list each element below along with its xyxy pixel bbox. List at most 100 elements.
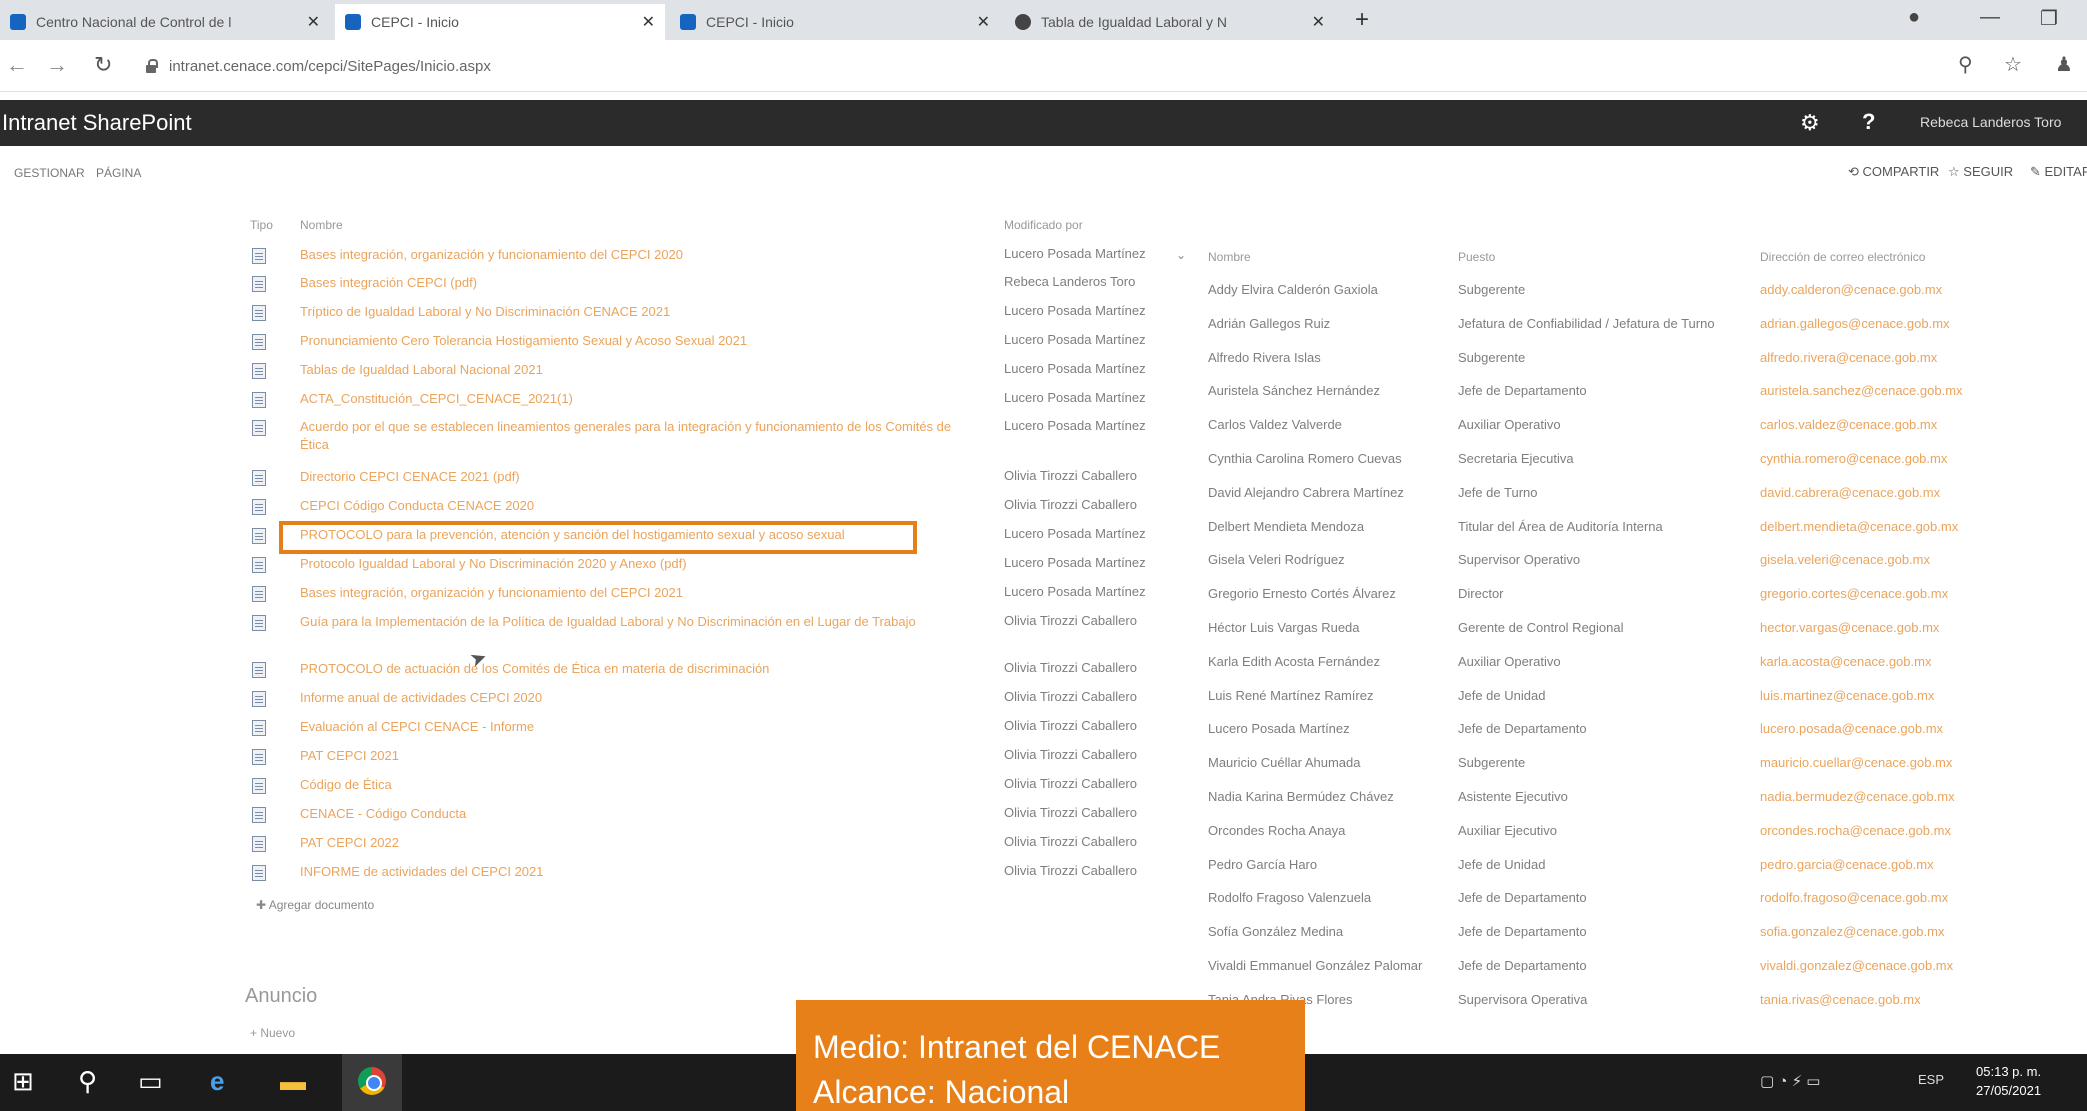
- system-tray-icons[interactable]: ▢ ◔ ⚡ ▭: [1760, 1072, 1820, 1090]
- sort-caret-icon[interactable]: ⌄: [1176, 248, 1186, 262]
- reload-icon[interactable]: ↻: [94, 52, 112, 78]
- staff-email-link[interactable]: alfredo.rivera@cenace.gob.mx: [1760, 350, 1937, 365]
- staff-email-link[interactable]: david.cabrera@cenace.gob.mx: [1760, 485, 1940, 500]
- staff-role: Jefe de Departamento: [1458, 924, 1587, 940]
- staff-email-link[interactable]: nadia.bermudez@cenace.gob.mx: [1760, 789, 1955, 804]
- staff-email-link[interactable]: delbert.mendieta@cenace.gob.mx: [1760, 519, 1958, 534]
- document-link[interactable]: ACTA_Constitución_CEPCI_CENACE_2021(1): [300, 390, 960, 408]
- staff-email-link[interactable]: sofia.gonzalez@cenace.gob.mx: [1760, 924, 1944, 939]
- close-icon[interactable]: ✕: [1312, 12, 1325, 32]
- language-indicator[interactable]: ESP: [1918, 1072, 1944, 1087]
- document-modified-by: Lucero Posada Martínez: [1004, 390, 1146, 405]
- document-link[interactable]: Directorio CEPCI CENACE 2021 (pdf): [300, 468, 960, 486]
- staff-name: David Alejandro Cabrera Martínez: [1208, 484, 1404, 500]
- edit-button[interactable]: ✎ EDITAR: [2030, 164, 2087, 180]
- close-icon[interactable]: ✕: [307, 12, 320, 32]
- gear-icon[interactable]: ⚙: [1800, 110, 1820, 136]
- announcements-new-link[interactable]: + Nuevo: [250, 1026, 295, 1040]
- staff-email-link[interactable]: lucero.posada@cenace.gob.mx: [1760, 721, 1943, 736]
- staff-email-link[interactable]: hector.vargas@cenace.gob.mx: [1760, 620, 1939, 635]
- document-link[interactable]: Bases integración, organización y funcio…: [300, 246, 960, 264]
- column-header-modified[interactable]: Modificado por: [1004, 218, 1083, 232]
- staff-email-link[interactable]: adrian.gallegos@cenace.gob.mx: [1760, 316, 1950, 331]
- document-link[interactable]: Acuerdo por el que se establecen lineami…: [300, 418, 960, 454]
- column-header-role[interactable]: Puesto: [1458, 250, 1495, 264]
- staff-email-link[interactable]: addy.calderon@cenace.gob.mx: [1760, 282, 1942, 297]
- column-header-staff-name[interactable]: Nombre: [1208, 250, 1251, 264]
- follow-button[interactable]: ☆ SEGUIR: [1948, 164, 2013, 180]
- windows-start-icon[interactable]: ⊞: [12, 1066, 34, 1097]
- document-icon: [252, 499, 266, 515]
- tab-pagina[interactable]: PÁGINA: [96, 166, 141, 180]
- back-arrow-icon[interactable]: ←: [6, 52, 28, 78]
- new-tab-button[interactable]: +: [1355, 6, 1369, 34]
- staff-role: Auxiliar Operativo: [1458, 653, 1561, 669]
- document-link[interactable]: PAT CEPCI 2022: [300, 834, 960, 852]
- close-icon[interactable]: ✕: [977, 12, 990, 32]
- site-brand[interactable]: Intranet SharePoint: [2, 110, 192, 136]
- staff-email-link[interactable]: mauricio.cuellar@cenace.gob.mx: [1760, 755, 1952, 770]
- browser-tab-tabla-igualdad[interactable]: Tabla de Igualdad Laboral y N ✕: [1005, 4, 1335, 40]
- star-icon[interactable]: ☆: [2004, 52, 2022, 77]
- document-link[interactable]: Guía para la Implementación de la Políti…: [300, 613, 960, 631]
- zoom-icon[interactable]: ⚲: [1958, 52, 1973, 77]
- column-header-email[interactable]: Dirección de correo electrónico: [1760, 250, 1925, 264]
- browser-tab-cenace[interactable]: Centro Nacional de Control de l ✕: [0, 4, 330, 40]
- staff-email-link[interactable]: gisela.veleri@cenace.gob.mx: [1760, 552, 1930, 567]
- edge-icon[interactable]: e: [210, 1066, 224, 1097]
- document-link[interactable]: Código de Ética: [300, 776, 960, 794]
- document-link[interactable]: Bases integración CEPCI (pdf): [300, 274, 960, 292]
- staff-email-link[interactable]: orcondes.rocha@cenace.gob.mx: [1760, 823, 1951, 838]
- tab-gestionar[interactable]: GESTIONAR: [14, 166, 85, 180]
- document-link[interactable]: Tablas de Igualdad Laboral Nacional 2021: [300, 361, 960, 379]
- staff-email-link[interactable]: rodolfo.fragoso@cenace.gob.mx: [1760, 890, 1948, 905]
- document-link[interactable]: Evaluación al CEPCI CENACE - Informe: [300, 718, 960, 736]
- chrome-taskbar-button[interactable]: [342, 1054, 402, 1111]
- add-document-link[interactable]: ✚ Agregar documento: [256, 898, 374, 912]
- close-icon[interactable]: ✕: [642, 12, 655, 32]
- profile-icon[interactable]: ●: [1908, 6, 1920, 29]
- clock[interactable]: 05:13 p. m. 27/05/2021: [1976, 1062, 2041, 1100]
- staff-email-link[interactable]: vivaldi.gonzalez@cenace.gob.mx: [1760, 958, 1953, 973]
- account-icon[interactable]: ♟: [2055, 52, 2073, 77]
- document-link[interactable]: CENACE - Código Conducta: [300, 805, 960, 823]
- staff-email-link[interactable]: gregorio.cortes@cenace.gob.mx: [1760, 586, 1948, 601]
- document-icon: [252, 557, 266, 573]
- staff-name: Rodolfo Fragoso Valenzuela: [1208, 890, 1372, 906]
- forward-arrow-icon[interactable]: →: [46, 52, 68, 78]
- help-icon[interactable]: ?: [1862, 109, 1875, 135]
- browser-tab-cepci[interactable]: CEPCI - Inicio ✕: [670, 4, 1000, 40]
- user-name[interactable]: Rebeca Landeros Toro: [1920, 114, 2061, 130]
- staff-email-link[interactable]: pedro.garcia@cenace.gob.mx: [1760, 857, 1934, 872]
- share-button[interactable]: ⟲ COMPARTIR: [1848, 164, 1939, 180]
- staff-name: Orcondes Rocha Anaya: [1208, 822, 1346, 838]
- document-link[interactable]: PAT CEPCI 2021: [300, 747, 960, 765]
- column-header-name[interactable]: Nombre: [300, 218, 343, 232]
- document-link[interactable]: Protocolo Igualdad Laboral y No Discrimi…: [300, 555, 960, 573]
- staff-email-link[interactable]: karla.acosta@cenace.gob.mx: [1760, 654, 1931, 669]
- staff-role: Auxiliar Ejecutivo: [1458, 822, 1557, 838]
- task-view-icon[interactable]: ▭: [138, 1066, 163, 1097]
- document-modified-by: Lucero Posada Martínez: [1004, 361, 1146, 376]
- document-link[interactable]: Tríptico de Igualdad Laboral y No Discri…: [300, 303, 960, 321]
- search-icon[interactable]: ⚲: [78, 1066, 97, 1097]
- staff-email-link[interactable]: tania.rivas@cenace.gob.mx: [1760, 992, 1921, 1007]
- url-field[interactable]: intranet.cenace.com/cepci/SitePages/Inic…: [145, 48, 1925, 84]
- document-link[interactable]: Bases integración, organización y funcio…: [300, 584, 960, 602]
- staff-email-link[interactable]: cynthia.romero@cenace.gob.mx: [1760, 451, 1947, 466]
- minimize-icon[interactable]: —: [1980, 6, 2000, 29]
- browser-tab-cepci-active[interactable]: CEPCI - Inicio ✕: [335, 4, 665, 40]
- chrome-icon: [358, 1067, 386, 1095]
- staff-email-link[interactable]: auristela.sanchez@cenace.gob.mx: [1760, 383, 1963, 398]
- staff-email-link[interactable]: luis.martinez@cenace.gob.mx: [1760, 688, 1934, 703]
- restore-icon[interactable]: ❐: [2040, 6, 2058, 31]
- document-link[interactable]: Pronunciamiento Cero Tolerancia Hostigam…: [300, 332, 960, 350]
- document-link[interactable]: Informe anual de actividades CEPCI 2020: [300, 689, 960, 707]
- file-explorer-icon[interactable]: ▬: [280, 1066, 306, 1097]
- staff-email-link[interactable]: carlos.valdez@cenace.gob.mx: [1760, 417, 1937, 432]
- document-link[interactable]: INFORME de actividades del CEPCI 2021: [300, 863, 960, 881]
- document-link[interactable]: PROTOCOLO de actuación de los Comités de…: [300, 660, 960, 678]
- document-link[interactable]: CEPCI Código Conducta CENACE 2020: [300, 497, 960, 515]
- column-header-type[interactable]: Tipo: [250, 218, 273, 232]
- announcements-new-label: Nuevo: [260, 1026, 296, 1040]
